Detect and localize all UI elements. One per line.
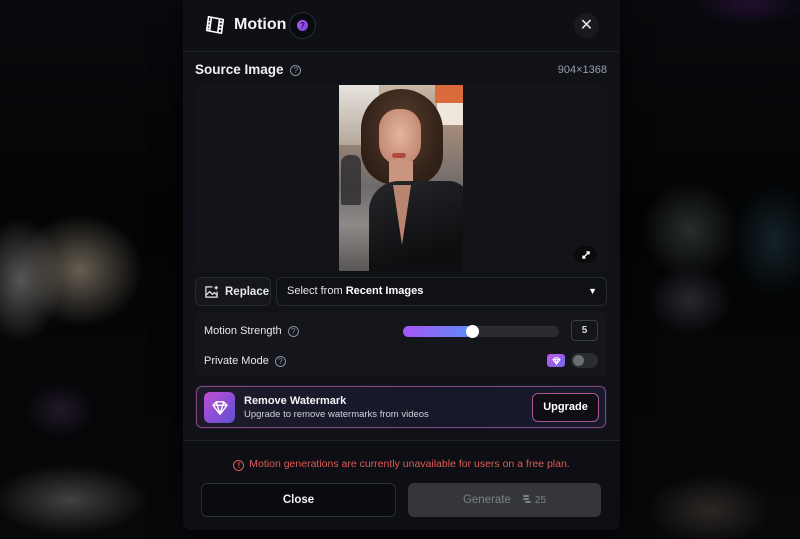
- credit-cost: 25: [522, 495, 546, 506]
- coins-icon: [523, 495, 532, 503]
- expand-icon: [581, 250, 590, 259]
- toggle-knob: [573, 355, 584, 366]
- source-image-preview: [195, 85, 607, 271]
- close-icon[interactable]: ✕: [574, 13, 599, 38]
- motion-strength-label: Motion Strength ?: [204, 325, 299, 337]
- slider-fill: [403, 326, 473, 337]
- slider-thumb[interactable]: [466, 325, 480, 338]
- alert-circle-icon: !: [233, 460, 245, 471]
- modal-header: Motion ? ✕: [183, 0, 620, 52]
- diamond-icon: [551, 356, 561, 365]
- motion-modal: Motion ? ✕ Source Image ? 904×1368 Repla…: [183, 0, 620, 530]
- recent-prefix: Select from: [287, 285, 346, 297]
- source-image: [339, 85, 463, 271]
- question-circle-icon[interactable]: ?: [290, 64, 302, 76]
- question-circle-icon: ?: [297, 20, 308, 31]
- image-dimensions: 904×1368: [557, 64, 607, 76]
- film-icon: [205, 15, 225, 35]
- motion-strength-value[interactable]: 5: [571, 320, 598, 341]
- pro-badge: [547, 354, 565, 367]
- private-mode-toggle[interactable]: [571, 353, 598, 368]
- settings-panel: Motion Strength ? 5 Private Mode ?: [195, 312, 607, 377]
- private-mode-label: Private Mode ?: [204, 355, 286, 367]
- diamond-tile: [204, 392, 235, 423]
- remove-watermark-banner: Remove Watermark Upgrade to remove water…: [195, 385, 607, 429]
- recent-images-dropdown[interactable]: Select from Recent Images ▼: [276, 277, 607, 306]
- free-plan-warning: ! Motion generations are currently unavai…: [183, 458, 620, 471]
- replace-button[interactable]: Replace: [195, 277, 271, 306]
- recent-bold: Recent Images: [345, 285, 424, 297]
- question-circle-icon[interactable]: ?: [287, 325, 299, 337]
- image-add-icon: [205, 285, 219, 298]
- generate-button[interactable]: Generate 25: [408, 483, 601, 517]
- close-button[interactable]: Close: [201, 483, 396, 517]
- question-circle-icon[interactable]: ?: [274, 355, 286, 367]
- diamond-icon: [211, 400, 228, 415]
- modal-title: Motion: [234, 16, 287, 33]
- upsell-title: Remove Watermark: [244, 395, 347, 407]
- source-image-heading: Source Image ?: [195, 62, 302, 77]
- motion-strength-slider[interactable]: [403, 325, 559, 338]
- expand-button[interactable]: [574, 246, 597, 263]
- upgrade-button[interactable]: Upgrade: [532, 393, 599, 422]
- upsell-subtitle: Upgrade to remove watermarks from videos: [244, 409, 429, 420]
- replace-label: Replace: [225, 285, 270, 298]
- warning-text: Motion generations are currently unavail…: [249, 458, 570, 470]
- source-image-label: Source Image: [195, 62, 284, 77]
- help-button[interactable]: ?: [289, 12, 316, 39]
- caret-down-icon: ▼: [588, 286, 597, 296]
- generate-label: Generate: [462, 494, 511, 506]
